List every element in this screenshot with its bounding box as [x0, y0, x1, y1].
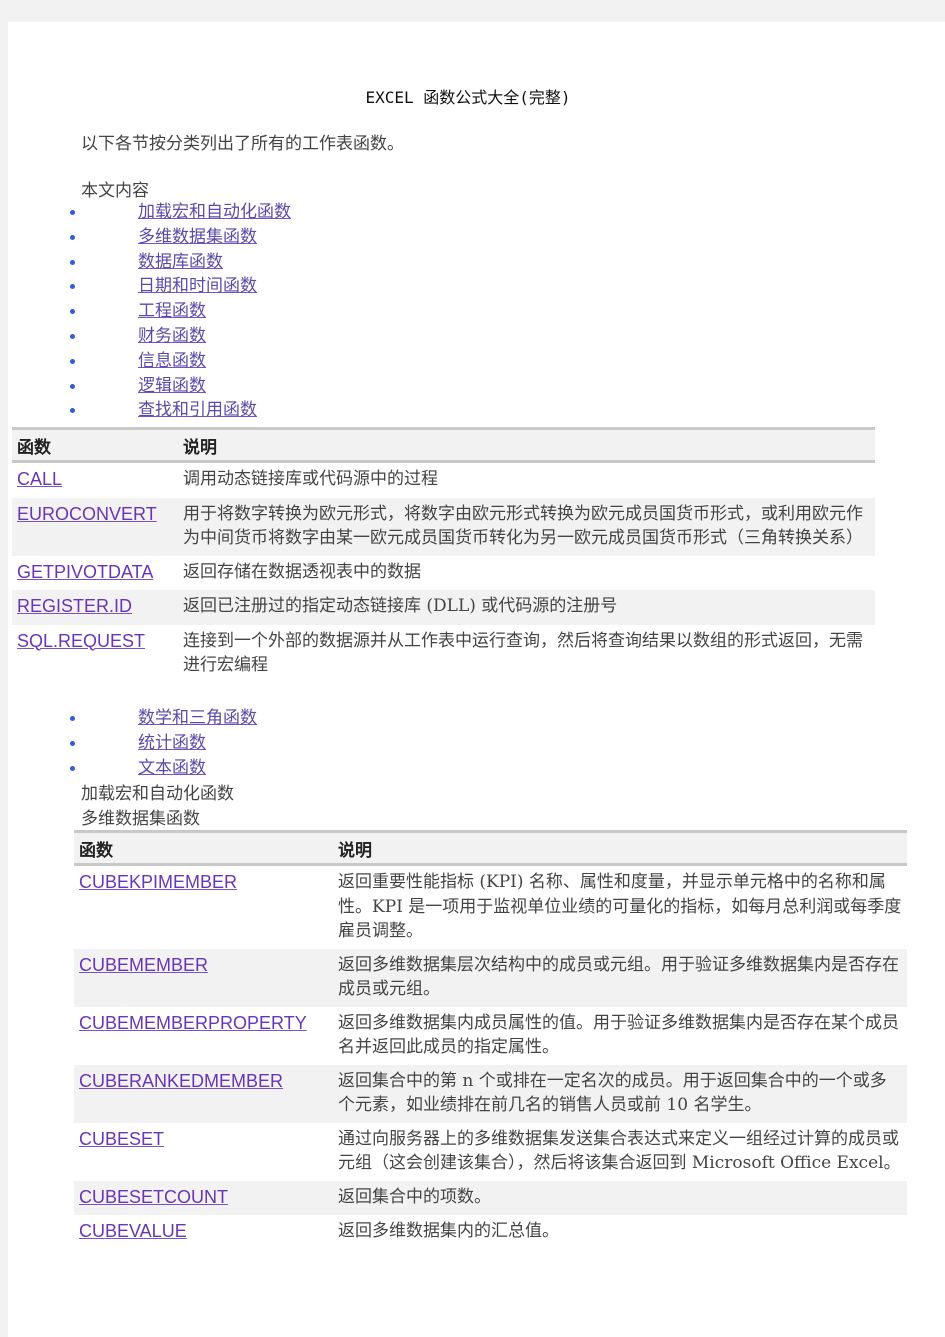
toc-link-math[interactable]: 数学和三角函数: [138, 706, 257, 730]
table-header-row: 函数 说明: [12, 427, 875, 463]
function-link[interactable]: CUBESETCOUNT: [79, 1187, 228, 1207]
document-page: EXCEL 函数公式大全(完整) 以下各节按分类列出了所有的工作表函数。 本文内…: [8, 22, 945, 1337]
toc-link-lookup[interactable]: 查找和引用函数: [138, 398, 257, 422]
function-link[interactable]: EUROCONVERT: [17, 504, 157, 524]
toc-link-logical[interactable]: 逻辑函数: [138, 374, 206, 398]
function-description: 返回存储在数据透视表中的数据: [183, 561, 421, 582]
function-description: 返回多维数据集内成员属性的值。用于验证多维数据集内是否存在某个成员名并返回此成员…: [338, 1012, 899, 1058]
function-description: 返回多维数据集层次结构中的成员或元组。用于验证多维数据集内是否存在成员或元组。: [333, 948, 907, 1007]
table-row: CUBEMEMBER 返回多维数据集层次结构中的成员或元组。用于验证多维数据集内…: [74, 948, 907, 1007]
table-header-row: 函数 说明: [74, 830, 907, 866]
table-row: CUBESET 通过向服务器上的多维数据集发送集合表达式来定义一组经过计算的成员…: [74, 1123, 907, 1181]
table-row: CUBESETCOUNT 返回集合中的项数。: [74, 1180, 907, 1215]
table-row: EUROCONVERT 用于将数字转换为欧元形式，将数字由欧元形式转换为欧元成员…: [12, 497, 875, 556]
function-link[interactable]: REGISTER.ID: [17, 596, 132, 616]
function-description: 调用动态链接库或代码源中的过程: [183, 469, 438, 489]
function-link[interactable]: CUBEMEMBERPROPERTY: [79, 1013, 307, 1033]
table-row: CUBERANKEDMEMBER 返回集合中的第 n 个或排在一定名次的成员。用…: [74, 1064, 907, 1123]
bullet-icon: [70, 259, 75, 265]
table-row: CUBEVALUE 返回多维数据集内的汇总值。: [74, 1215, 907, 1250]
document-title: EXCEL 函数公式大全(完整): [365, 88, 571, 107]
bullet-icon: [70, 358, 75, 364]
function-description: 返回重要性能指标 (KPI) 名称、属性和度量，并显示单元格中的名称和属性。KP…: [338, 872, 902, 941]
bullet-icon: [70, 234, 75, 240]
function-description: 返回多维数据集内的汇总值。: [338, 1221, 559, 1241]
toc-link-engineering[interactable]: 工程函数: [138, 299, 206, 323]
function-link[interactable]: CUBEMEMBER: [79, 955, 208, 975]
column-header-description: 说明: [333, 830, 907, 866]
toc-heading: 本文内容: [81, 181, 149, 201]
table-row: REGISTER.ID 返回已注册过的指定动态链接库 (DLL) 或代码源的注册…: [12, 590, 875, 625]
function-link[interactable]: CUBEKPIMEMBER: [79, 872, 237, 892]
intro-paragraph: 以下各节按分类列出了所有的工作表函数。: [81, 134, 404, 154]
table-row: CUBEKPIMEMBER 返回重要性能指标 (KPI) 名称、属性和度量，并显…: [74, 865, 907, 949]
toc-link-information[interactable]: 信息函数: [138, 349, 206, 373]
function-description: 通过向服务器上的多维数据集发送集合表达式来定义一组经过计算的成员或元组（这会创建…: [338, 1128, 901, 1174]
section-heading-addins: 加载宏和自动化函数: [81, 784, 234, 804]
toc-link-statistical[interactable]: 统计函数: [138, 731, 206, 755]
function-description: 用于将数字转换为欧元形式，将数字由欧元形式转换为欧元成员国货币形式，或利用欧元作…: [178, 497, 875, 556]
function-link[interactable]: SQL.REQUEST: [17, 631, 145, 651]
bullet-icon: [70, 333, 75, 339]
function-description: 连接到一个外部的数据源并从工作表中运行查询，然后将查询结果以数组的形式返回，无需…: [183, 630, 863, 676]
section-heading-cube: 多维数据集函数: [81, 809, 200, 829]
toc-link-financial[interactable]: 财务函数: [138, 324, 206, 348]
function-description: 返回集合中的第 n 个或排在一定名次的成员。用于返回集合中的一个或多个元素，如业…: [333, 1064, 907, 1123]
toc-link-text[interactable]: 文本函数: [138, 756, 206, 780]
function-link[interactable]: CALL: [17, 469, 62, 489]
table-row: GETPIVOTDATA 返回存储在数据透视表中的数据: [12, 556, 875, 591]
column-header-function: 函数: [12, 427, 178, 463]
function-link[interactable]: GETPIVOTDATA: [17, 562, 153, 582]
table-row: CALL 调用动态链接库或代码源中的过程: [12, 462, 875, 498]
function-link[interactable]: CUBERANKEDMEMBER: [79, 1071, 283, 1091]
bullet-icon: [70, 408, 75, 414]
column-header-description: 说明: [178, 427, 875, 463]
toc-link-database[interactable]: 数据库函数: [138, 250, 223, 274]
bullet-icon: [70, 284, 75, 290]
addins-function-table: 函数 说明 CALL 调用动态链接库或代码源中的过程 EUROCONVERT 用…: [12, 427, 875, 683]
function-link[interactable]: CUBEVALUE: [79, 1221, 187, 1241]
table-row: CUBEMEMBERPROPERTY 返回多维数据集内成员属性的值。用于验证多维…: [74, 1007, 907, 1065]
column-header-function: 函数: [74, 830, 333, 866]
bullet-icon: [70, 383, 75, 389]
bullet-icon: [70, 765, 75, 771]
table-row: SQL.REQUEST 连接到一个外部的数据源并从工作表中运行查询，然后将查询结…: [12, 625, 875, 683]
bullet-icon: [70, 740, 75, 746]
toc-link-cube[interactable]: 多维数据集函数: [138, 225, 257, 249]
function-description: 返回集合中的项数。: [333, 1180, 907, 1215]
function-link[interactable]: CUBESET: [79, 1129, 164, 1149]
function-description: 返回已注册过的指定动态链接库 (DLL) 或代码源的注册号: [178, 590, 875, 625]
bullet-icon: [70, 210, 75, 215]
cube-function-table: 函数 说明 CUBEKPIMEMBER 返回重要性能指标 (KPI) 名称、属性…: [74, 830, 907, 1250]
bullet-icon: [70, 309, 75, 315]
toc-link-addins[interactable]: 加载宏和自动化函数: [138, 200, 291, 224]
toc-link-datetime[interactable]: 日期和时间函数: [138, 274, 257, 298]
bullet-icon: [70, 716, 75, 721]
